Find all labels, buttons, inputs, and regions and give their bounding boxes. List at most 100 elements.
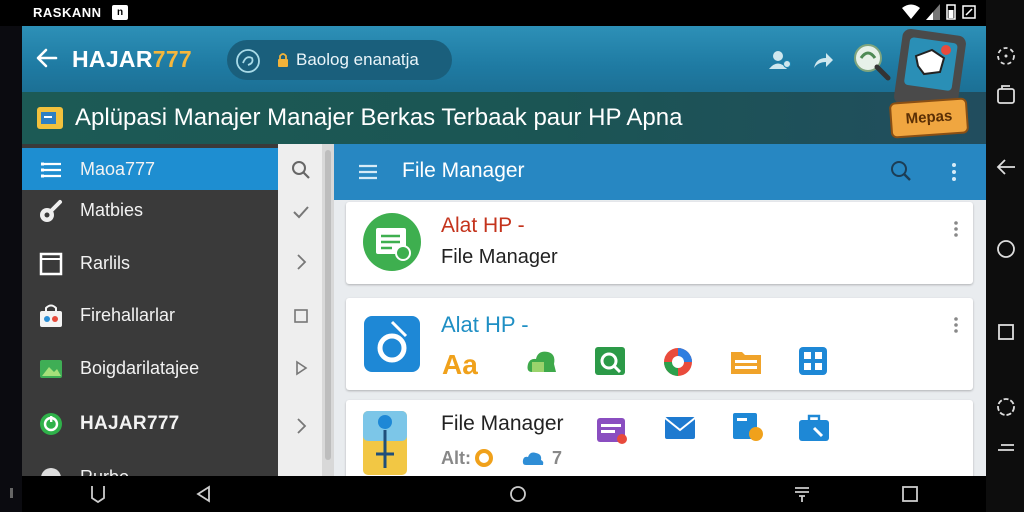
image-icon [40,360,62,378]
swirl-logo-icon [236,49,260,73]
sidebar-item-matbies[interactable]: Matbies [22,190,278,236]
rotate-icon[interactable] [995,45,1017,67]
status-carrier: RASKANN [33,5,102,20]
font-app-text: Aa [442,350,478,378]
left-edge-strip [0,26,22,512]
app-badge[interactable]: Mepas [884,28,972,140]
tools-icon [40,200,62,222]
square-icon [39,252,63,276]
search-text: Baolog enanatja [296,50,419,69]
settings-dial-icon[interactable] [995,396,1017,418]
refresh-icon [40,413,62,435]
document-app-icon [733,413,763,441]
file-app-icon [364,316,420,372]
sidebar-item-label: HAJAR777 [80,413,180,434]
main-toolbar: File Manager [334,144,986,200]
spreadsheet-app-icon [595,347,625,375]
font-app-icon: Aa [442,350,478,378]
folder-app-icon [731,352,761,374]
calendar-app-icon [597,418,627,444]
back-arrow-icon[interactable] [36,48,58,68]
share-icon[interactable] [812,50,834,70]
app-icon [41,468,61,476]
bottom-navigation-bar [22,476,986,512]
list-icon [41,162,61,178]
side-actions-column [278,144,322,476]
file-manager-app-icon [363,213,421,271]
status-bar: RASKANN n [0,0,1024,26]
search-field[interactable]: Baolog enanatja [227,40,452,80]
more-vertical-icon[interactable] [953,316,959,334]
folder-app-icon [37,107,63,129]
scrollbar[interactable] [322,144,334,476]
list-item[interactable]: Alat HP - File Manager [346,202,973,284]
sidebar: Maoa777 Matbies Rarlils Firehallarlar Bo… [22,144,278,476]
chevron-right-icon[interactable] [291,416,311,436]
app-title: HAJAR777 [72,46,192,73]
sidebar-item-label: Rurbo [80,467,129,476]
file-icon[interactable] [291,306,311,326]
scrollbar-thumb[interactable] [325,150,331,460]
sidebar-item-rurbo[interactable]: Rurbo [22,454,278,476]
list-item[interactable]: Alat HP - Aa [346,298,973,390]
app-title-main: HAJAR [72,46,153,72]
chevron-right-icon[interactable] [291,252,311,272]
sidebar-item-label: Rarlils [80,253,131,273]
more-vertical-icon[interactable] [953,220,959,238]
status-notification-chip: n [112,5,128,20]
card-title: File Manager [441,412,564,435]
check-icon[interactable] [291,202,311,222]
toolbar-title: File Manager [402,159,525,182]
home-icon[interactable] [995,238,1017,260]
more-vertical-icon[interactable] [951,162,957,182]
banner-text: Aplüpasi Manajer Manajer Berkas Terbaak … [75,104,683,131]
store-bag-icon [40,304,62,327]
screenshot-tool-icon[interactable] [995,84,1017,106]
search-icon[interactable] [291,160,311,180]
card-title: Alat HP - [441,214,525,237]
lock-icon [278,53,288,67]
sidebar-item-label: Matbies [80,200,144,220]
play-icon[interactable] [291,358,311,378]
back-triangle-icon[interactable] [194,484,214,504]
sidebar-item-boigdarilatajee[interactable]: Boigdarilatajee [22,345,278,391]
orange-ring-icon [475,449,493,467]
system-side-rail [986,0,1024,512]
screenshot-icon [962,5,976,19]
cloud-icon [522,452,544,465]
battery-icon [946,4,956,20]
briefcase-app-icon [799,414,829,441]
grid-app-icon [799,347,827,375]
wifi-icon [902,4,920,19]
account-icon[interactable] [768,50,792,70]
mail-icon [664,417,696,439]
tools-app-icon [363,411,407,475]
list-item[interactable]: File Manager Alt: 7 [346,400,973,476]
recents-stack-icon[interactable] [792,484,812,504]
app-title-accent: 777 [152,46,193,72]
sidebar-item-rarlils[interactable]: Rarlils [22,240,278,286]
search-icon[interactable] [890,160,912,182]
card-number: 7 [552,448,563,468]
sidebar-item-firehallarlar[interactable]: Firehallarlar [22,292,278,338]
file-manager-panel: File Manager Alat HP - File Manager Alat… [334,144,986,476]
sidebar-item-maoa777[interactable]: Maoa777 [22,148,278,190]
keyboard-icon[interactable] [995,436,1017,458]
badge-label: Mepas [888,97,970,139]
app-header: HAJAR777 Baolog enanatja [22,26,986,92]
back-icon[interactable] [995,156,1017,178]
sidebar-item-label: Boigdarilatajee [80,358,200,378]
shield-nav-icon[interactable] [88,484,108,504]
menu-icon[interactable] [358,163,378,181]
overview-square-icon[interactable] [900,484,920,504]
recents-icon[interactable] [995,321,1017,343]
signal-icon [926,4,940,20]
edge-indicator [10,488,13,498]
home-circle-icon[interactable] [508,484,528,504]
cloud-app-icon [527,351,556,372]
card-extra-label: Alt: [441,448,471,468]
title-banner: Aplüpasi Manajer Manajer Berkas Terbaak … [22,92,986,144]
sidebar-item-hajar777[interactable]: HAJAR777 [22,400,278,446]
card-title: Alat HP - [441,312,529,337]
sidebar-item-label: Firehallarlar [80,305,176,325]
